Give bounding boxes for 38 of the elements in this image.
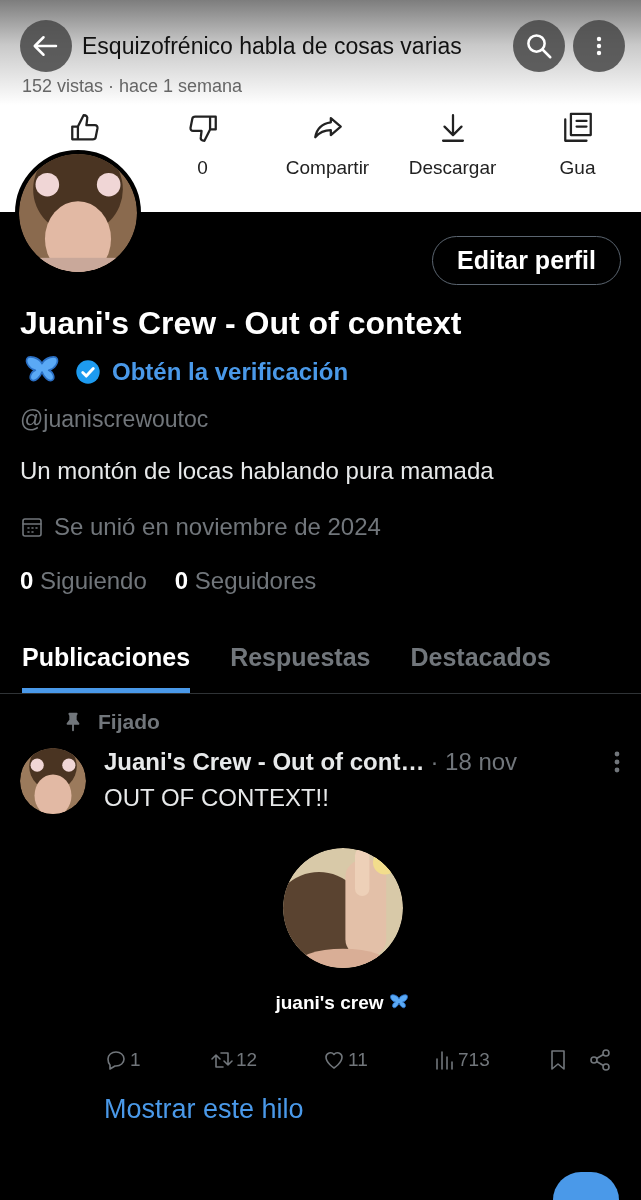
media-caption: juani's crew: [275, 992, 384, 1014]
join-date: Se unió en noviembre de 2024: [54, 513, 381, 541]
profile-tab[interactable]: Respuestas: [230, 643, 371, 693]
pinned-label: Fijado: [98, 710, 160, 734]
profile-handle: @juaniscrewoutoc: [20, 406, 210, 433]
share-button[interactable]: Compartir: [265, 111, 390, 179]
verification-link[interactable]: Obtén la verificación: [112, 358, 349, 386]
more-button[interactable]: [613, 750, 621, 774]
follow-stat-link[interactable]: 0 Seguidores: [174, 567, 317, 595]
save-button[interactable]: Gua: [515, 111, 640, 179]
profile-name: Juani's Crew - Out of context: [20, 305, 463, 342]
dislike-button[interactable]: 0: [140, 111, 265, 179]
verified-badge-icon: [74, 358, 102, 386]
search-icon: [524, 31, 554, 61]
reply-button[interactable]: 1: [104, 1048, 210, 1072]
video-title: Esquizofrénico habla de cosas varias: [81, 32, 463, 60]
calendar-icon: [20, 515, 44, 539]
repost-button[interactable]: 12: [210, 1048, 322, 1072]
more-button[interactable]: [573, 20, 625, 72]
show-thread-link[interactable]: Mostrar este hilo: [104, 1094, 304, 1125]
share-icon: [588, 1048, 612, 1072]
like-button[interactable]: 11: [322, 1048, 432, 1072]
more-options-icon: [613, 750, 621, 774]
post-text: OUT OF CONTEXT!!: [104, 784, 330, 812]
views-button[interactable]: 713: [432, 1048, 546, 1072]
download-button[interactable]: Descargar: [390, 111, 515, 179]
post-author: Juani's Crew - Out of cont…: [104, 748, 425, 776]
back-button[interactable]: [20, 20, 72, 72]
profile-tab[interactable]: Destacados: [410, 643, 551, 693]
post-date: · 18 nov: [430, 748, 518, 776]
search-button[interactable]: [513, 20, 565, 72]
share-button[interactable]: [588, 1048, 612, 1072]
profile-tab[interactable]: Publicaciones: [22, 643, 191, 693]
reply-icon: [104, 1048, 128, 1072]
follow-stat-link[interactable]: 0 Siguiendo: [20, 567, 147, 595]
video-meta: 152 vistas · hace 1 semana: [21, 75, 244, 97]
compose-button[interactable]: [553, 1172, 619, 1200]
profile-bio: Un montón de locas hablando pura mamada: [20, 457, 495, 485]
